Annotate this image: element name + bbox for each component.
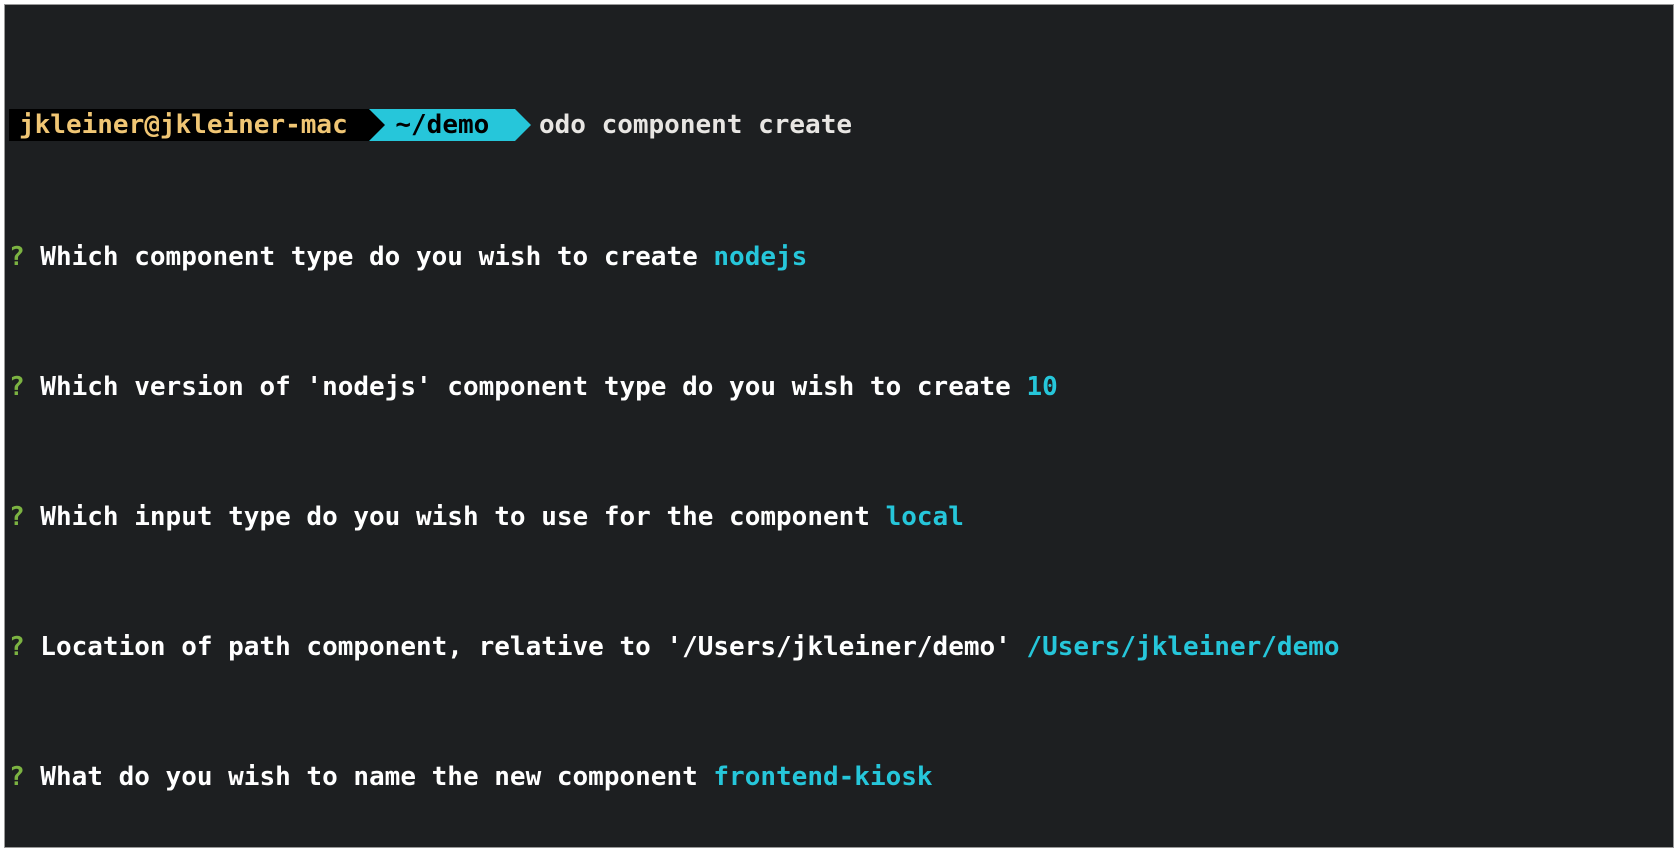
question-text: Which input type do you wish to use for …: [25, 502, 886, 532]
question-mark-icon: ?: [9, 502, 25, 532]
question-location: ? Location of path component, relative t…: [9, 631, 1669, 664]
prompt-line-1: jkleiner@jkleiner-mac ~/demo odo compone…: [9, 109, 1669, 142]
question-name: ? What do you wish to name the new compo…: [9, 761, 1669, 794]
question-text: Which version of 'nodejs' component type…: [25, 372, 1027, 402]
answer-text: frontend-kiosk: [713, 762, 932, 792]
question-text: Location of path component, relative to …: [25, 632, 1027, 662]
answer-text: 10: [1026, 372, 1057, 402]
question-mark-icon: ?: [9, 242, 25, 272]
question-mark-icon: ?: [9, 372, 25, 402]
question-mark-icon: ?: [9, 762, 25, 792]
question-input-type: ? Which input type do you wish to use fo…: [9, 501, 1669, 534]
prompt-path: ~/demo: [369, 109, 515, 142]
question-text: Which component type do you wish to crea…: [25, 242, 714, 272]
question-mark-icon: ?: [9, 632, 25, 662]
prompt-user-host: jkleiner@jkleiner-mac: [9, 109, 369, 142]
answer-text: /Users/jkleiner/demo: [1026, 632, 1339, 662]
answer-text: local: [886, 502, 964, 532]
question-component-type: ? Which component type do you wish to cr…: [9, 241, 1669, 274]
question-version: ? Which version of 'nodejs' component ty…: [9, 371, 1669, 404]
question-text: What do you wish to name the new compone…: [25, 762, 714, 792]
answer-text: nodejs: [713, 242, 807, 272]
terminal-window[interactable]: jkleiner@jkleiner-mac ~/demo odo compone…: [4, 4, 1674, 848]
prompt-command: odo component create: [515, 109, 852, 142]
